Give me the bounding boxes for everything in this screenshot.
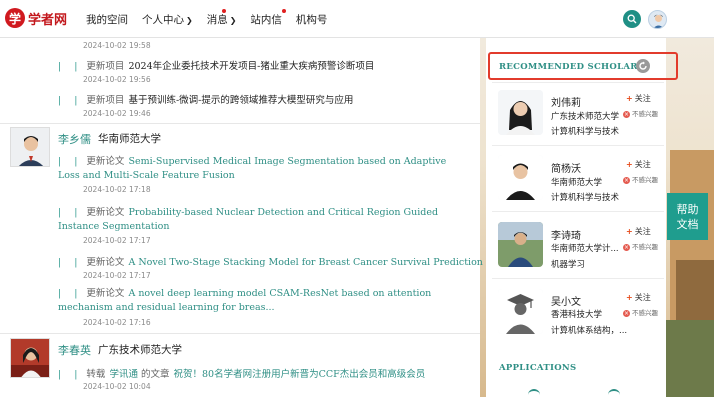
scholar-school: 广东技术师范大学 xyxy=(551,112,620,122)
scholar-school: 华南师范大学计... xyxy=(551,244,619,254)
scholar-name[interactable]: 吴小文 xyxy=(551,293,581,308)
follow-button[interactable]: + 关注 xyxy=(626,159,651,170)
feed-item: | | 转载 学讯通 的文章 祝贺！80名学者网注册用户新晋为CCF杰出会员和高级会员 xyxy=(58,369,426,380)
feed-date: 2024-10-02 19:58 xyxy=(83,41,151,50)
divider xyxy=(492,145,664,146)
nav-messages[interactable]: 消息 ❯ xyxy=(207,9,237,27)
help-docs-button[interactable]: 帮助 文档 xyxy=(667,193,708,240)
unread-dot xyxy=(281,9,286,13)
feed-date: 2024-10-02 17:17 xyxy=(83,271,151,280)
app-icon[interactable] xyxy=(528,389,540,397)
source-link[interactable]: 学讯通 xyxy=(109,369,138,380)
scholar-field: 计算机体系结构，... xyxy=(551,326,628,336)
follow-button[interactable]: + 关注 xyxy=(626,93,651,104)
feed-date: 2024-10-02 17:17 xyxy=(83,236,151,245)
not-interested-button[interactable]: × 不感兴趣 xyxy=(623,108,658,118)
feed-date: 2024-10-02 10:04 xyxy=(83,382,151,391)
feed-item-link[interactable]: 2024年企业委托技术开发项目-猪业重大疾病预警诊断项目 xyxy=(128,61,374,72)
scholar-school: 香港科技大学 xyxy=(551,310,603,320)
search-button[interactable] xyxy=(623,10,641,28)
nav-institution[interactable]: 机构号 xyxy=(296,12,328,27)
applications-title: APPLICATIONS xyxy=(499,363,577,373)
feed-item-link[interactable]: A Novel Two-Stage Stacking Model for Bre… xyxy=(128,257,483,268)
person-avatar[interactable] xyxy=(10,338,50,378)
chevron-down-icon: ❯ xyxy=(186,16,193,25)
person-school: 广东技术师范大学 xyxy=(98,344,182,356)
feed-item: | | 更新论文 A Novel Two-Stage Stacking Model … xyxy=(58,257,483,268)
unread-dot xyxy=(222,9,227,13)
feed-item: | | 更新项目 基于预训练-微调-提示的跨领域推荐大模型研究与应用 xyxy=(58,95,354,106)
feed-item-link[interactable]: 祝贺！80名学者网注册用户新晋为CCF杰出会员和高级会员 xyxy=(174,369,426,380)
scholar-photo[interactable] xyxy=(498,90,543,135)
person-avatar[interactable] xyxy=(10,127,50,167)
person-school: 华南师范大学 xyxy=(98,133,161,145)
feed-item: | | 更新项目 2024年企业委托技术开发项目-猪业重大疾病预警诊断项目 xyxy=(58,61,375,72)
logo-text: 学者网 xyxy=(28,12,68,28)
nav-my-space[interactable]: 我的空间 xyxy=(86,12,128,27)
scholar-name[interactable]: 简杨沃 xyxy=(551,160,581,175)
feed-item: | | 更新论文 Probability-based Nuclear Detecti… xyxy=(58,207,439,232)
logo-mark-icon: 学 xyxy=(5,8,25,28)
scholar-photo[interactable] xyxy=(498,155,543,200)
feed-date: 2024-10-02 17:16 xyxy=(83,318,151,327)
nav-site-mail[interactable]: 站内信 xyxy=(250,9,286,27)
site-logo[interactable]: 学 学者网 xyxy=(5,8,67,28)
follow-button[interactable]: + 关注 xyxy=(626,292,651,303)
nav-personal-center[interactable]: 个人中心 ❯ xyxy=(142,12,193,27)
close-icon: × xyxy=(623,243,630,251)
close-icon: × xyxy=(623,309,630,317)
feed-date: 2024-10-02 19:56 xyxy=(83,75,151,84)
scholar-field: 计算机科学与技术 xyxy=(551,193,620,203)
close-icon: × xyxy=(623,176,630,184)
person-name[interactable]: 李乡儒 xyxy=(58,131,91,147)
not-interested-button[interactable]: × 不感兴趣 xyxy=(623,307,658,317)
not-interested-button[interactable]: × 不感兴趣 xyxy=(623,174,658,184)
scholar-field: 机器学习 xyxy=(551,260,586,270)
close-icon: × xyxy=(623,110,630,118)
app-icon[interactable] xyxy=(608,389,620,397)
scholar-field: 计算机科学与技术 xyxy=(551,127,620,137)
scholar-name[interactable]: 李诗琦 xyxy=(551,227,581,242)
refresh-icon[interactable] xyxy=(636,59,650,73)
scholar-name[interactable]: 刘伟莉 xyxy=(551,94,581,109)
divider xyxy=(0,123,480,124)
scholar-photo[interactable] xyxy=(498,222,543,267)
top-navigation-bar: 学 学者网 我的空间 个人中心 ❯ 消息 ❯ 站内信 机构号 xyxy=(0,0,714,38)
chevron-down-icon: ❯ xyxy=(229,16,237,25)
divider xyxy=(492,82,664,83)
divider xyxy=(0,333,480,334)
feed-date: 2024-10-02 17:18 xyxy=(83,185,151,194)
feed-item: | | 更新论文 Semi-Supervised Medical Image Seg… xyxy=(58,156,447,181)
not-interested-button[interactable]: × 不感兴趣 xyxy=(623,241,658,251)
person-name[interactable]: 李春英 xyxy=(58,342,91,358)
recommended-scholars-title: RECOMMENDED SCHOLARS xyxy=(499,62,645,72)
main-nav: 我的空间 个人中心 ❯ 消息 ❯ 站内信 机构号 xyxy=(86,9,341,27)
feed-item: | | 更新论文 A novel deep learning model CSAM-… xyxy=(58,288,432,313)
divider xyxy=(492,211,664,212)
scholar-photo[interactable] xyxy=(498,289,543,334)
follow-button[interactable]: + 关注 xyxy=(626,226,651,237)
feed-date: 2024-10-02 19:46 xyxy=(83,109,151,118)
divider xyxy=(492,278,664,279)
feed-item-link[interactable]: 基于预训练-微调-提示的跨领域推荐大模型研究与应用 xyxy=(128,95,353,106)
user-avatar[interactable] xyxy=(648,10,667,29)
search-icon xyxy=(627,14,637,24)
scholar-school: 华南师范大学 xyxy=(551,178,603,188)
